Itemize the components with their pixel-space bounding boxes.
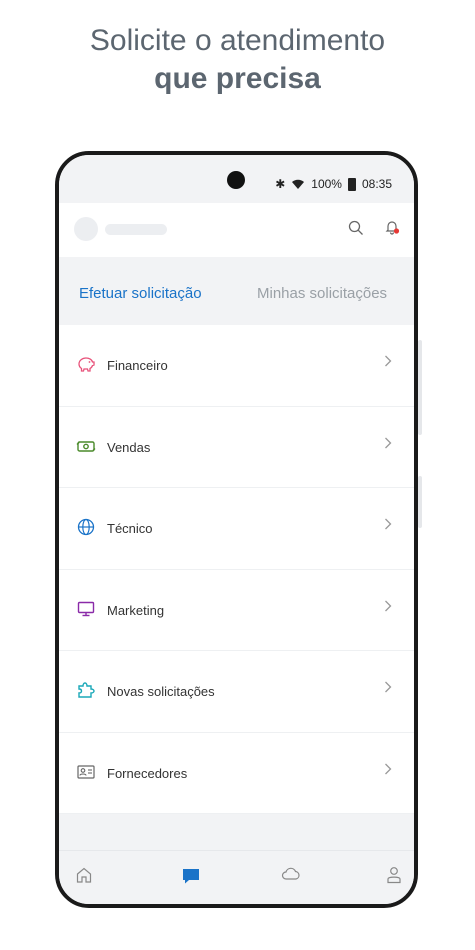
tab-minhas-solicitacoes[interactable]: Minhas solicitações: [257, 285, 387, 302]
request-category-list: Financeiro Vendas Técnico Marketing Nova…: [59, 325, 414, 814]
list-item-fornecedores[interactable]: Fornecedores: [59, 733, 414, 814]
chevron-right-icon: [385, 600, 392, 611]
power-button: [418, 476, 422, 528]
globe-icon: [77, 518, 95, 536]
chevron-right-icon: [385, 681, 392, 693]
phone-frame: ✱ 100% 08:35 Efetuar solicitação Minhas …: [55, 151, 418, 908]
list-item-label: Novas solicitações: [107, 684, 215, 699]
list-item-label: Financeiro: [107, 358, 168, 373]
bluetooth-icon: ✱: [275, 177, 286, 191]
clock: 08:35: [361, 177, 392, 191]
app-bar: [59, 203, 414, 257]
tab-bar: Efetuar solicitação Minhas solicitações: [59, 257, 414, 325]
list-item-financeiro[interactable]: Financeiro: [59, 325, 414, 407]
piggy-bank-icon: [78, 357, 95, 372]
home-icon[interactable]: [75, 866, 93, 884]
chevron-right-icon: [385, 355, 392, 367]
search-icon[interactable]: [348, 220, 364, 236]
chevron-right-icon: [385, 437, 392, 448]
status-bar: ✱ 100% 08:35: [59, 155, 414, 203]
list-item-marketing[interactable]: Marketing: [59, 570, 414, 651]
wifi-icon: [292, 179, 305, 189]
battery-percent: 100%: [311, 177, 342, 191]
list-item-vendas[interactable]: Vendas: [59, 407, 414, 488]
money-icon: [76, 440, 96, 452]
contact-card-icon: [77, 764, 95, 779]
battery-icon: [347, 177, 356, 191]
front-camera: [227, 171, 245, 189]
chat-icon[interactable]: [181, 866, 201, 886]
chevron-right-icon: [385, 518, 392, 530]
list-item-tecnico[interactable]: Técnico: [59, 488, 414, 570]
avatar[interactable]: [74, 217, 98, 241]
list-item-label: Marketing: [107, 602, 165, 618]
list-item-novas-solicitacoes[interactable]: Novas solicitações: [59, 651, 414, 733]
list-item-label: Técnico: [107, 521, 153, 536]
tab-efetuar-solicitacao[interactable]: Efetuar solicitação: [79, 285, 202, 302]
profile-icon[interactable]: [386, 866, 402, 884]
notification-bell-icon[interactable]: [384, 219, 400, 235]
user-name-placeholder: [105, 224, 167, 235]
headline-line-1: Solicite o atendimento: [89, 24, 386, 57]
monitor-icon: [77, 601, 95, 616]
headline: Solicite o atendimento que precisa: [0, 22, 475, 98]
chevron-right-icon: [385, 763, 392, 774]
status-icons: ✱ 100% 08:35: [275, 177, 392, 191]
puzzle-icon: [78, 682, 95, 698]
cloud-icon[interactable]: [281, 866, 301, 882]
list-item-label: Vendas: [107, 439, 151, 455]
bottom-nav: [59, 850, 414, 904]
headline-line-2: que precisa: [154, 62, 321, 95]
list-item-label: Fornecedores: [107, 765, 188, 781]
volume-button: [418, 340, 422, 435]
